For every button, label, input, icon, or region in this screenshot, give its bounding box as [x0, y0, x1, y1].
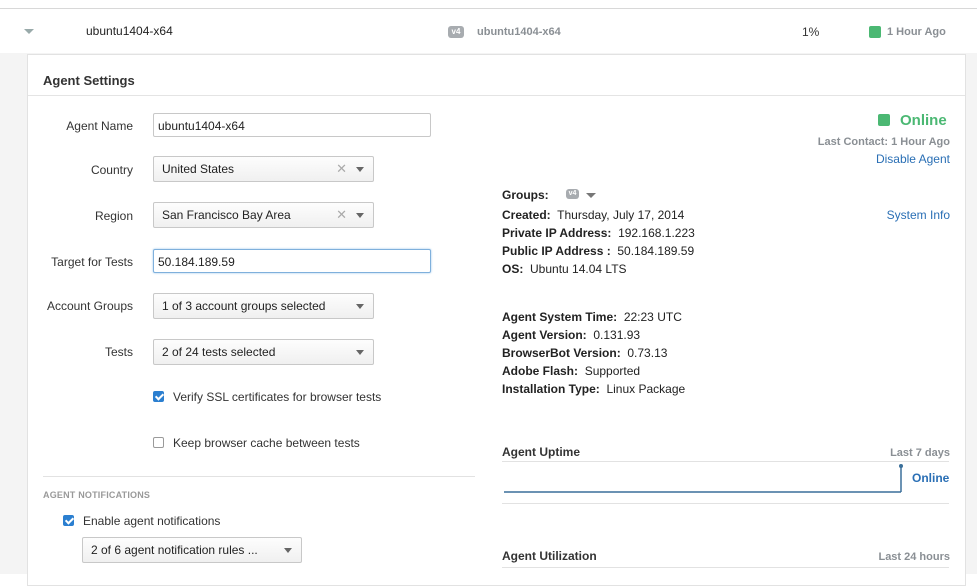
account-groups-label: Account Groups — [46, 299, 133, 313]
agent-row[interactable]: ubuntu1404-x64 v4 ubuntu1404-x64 1% 1 Ho… — [0, 9, 977, 54]
os-label: OS: — [502, 262, 524, 276]
uptime-divider — [502, 461, 949, 462]
groups-dropdown-icon[interactable] — [586, 193, 596, 198]
panel-title: Agent Settings — [43, 73, 135, 88]
flash-label: Adobe Flash: — [502, 364, 579, 378]
os-value: Ubuntu 14.04 LTS — [530, 262, 627, 276]
utilization-divider — [502, 567, 949, 568]
system-time-row: Agent System Time: 22:23 UTC — [502, 310, 682, 324]
account-groups-value: 1 of 3 account groups selected — [162, 299, 326, 313]
agent-row-name: ubuntu1404-x64 — [86, 24, 173, 38]
agent-name-input[interactable]: ubuntu1404-x64 — [153, 113, 431, 137]
groups-label: Groups: — [502, 188, 549, 202]
notifications-section-label: AGENT NOTIFICATIONS — [43, 490, 151, 500]
uptime-state: Online — [912, 471, 950, 485]
notification-rules-value: 2 of 6 agent notification rules ... — [91, 543, 258, 557]
install-type-row: Installation Type: Linux Package — [502, 382, 685, 396]
status-online: Online — [900, 112, 947, 129]
country-select-value: United States — [162, 162, 235, 176]
system-time-label: Agent System Time: — [502, 310, 618, 324]
chevron-down-icon — [356, 167, 364, 172]
expand-caret-icon[interactable] — [24, 29, 34, 34]
country-label: Country — [90, 163, 133, 177]
disable-agent-link[interactable]: Disable Agent — [876, 152, 950, 166]
country-select[interactable]: United States ✕ — [153, 156, 374, 182]
agent-name-label: Agent Name — [66, 119, 133, 133]
account-groups-select[interactable]: 1 of 3 account groups selected — [153, 293, 374, 319]
private-ip-row: Private IP Address: 192.168.1.223 — [502, 226, 695, 240]
chevron-down-icon — [356, 304, 364, 309]
created-row: Created: Thursday, July 17, 2014 — [502, 208, 684, 222]
public-ip-label: Public IP Address : — [502, 244, 611, 258]
public-ip-value: 50.184.189.59 — [617, 244, 695, 258]
enable-notifications-label: Enable agent notifications — [83, 514, 221, 528]
agent-row-hostname: ubuntu1404-x64 — [477, 26, 561, 38]
keep-cache-checkbox[interactable] — [153, 437, 164, 448]
tests-label: Tests — [104, 345, 133, 359]
install-type-value: Linux Package — [606, 382, 686, 396]
browserbot-label: BrowserBot Version: — [502, 346, 621, 360]
groups-row: Groups: — [502, 188, 549, 202]
uptime-range: Last 7 days — [890, 447, 950, 459]
agent-row-last-seen: 1 Hour Ago — [887, 26, 946, 38]
created-value: Thursday, July 17, 2014 — [557, 208, 685, 222]
keep-cache-label: Keep browser cache between tests — [173, 436, 360, 450]
flash-row: Adobe Flash: Supported — [502, 364, 640, 378]
panel-header: Agent Settings — [28, 55, 965, 96]
clear-country-icon[interactable]: ✕ — [336, 157, 347, 181]
region-select[interactable]: San Francisco Bay Area ✕ — [153, 202, 374, 228]
notification-rules-select[interactable]: 2 of 6 agent notification rules ... — [82, 537, 302, 563]
uptime-title: Agent Uptime — [502, 445, 580, 459]
divider — [43, 476, 475, 477]
region-label: Region — [94, 209, 133, 223]
clear-region-icon[interactable]: ✕ — [336, 203, 347, 227]
uptime-chart — [504, 464, 903, 493]
agent-version-value: 0.131.93 — [593, 328, 641, 342]
agent-row-utilization: 1% — [802, 25, 820, 39]
flash-value: Supported — [584, 364, 641, 378]
private-ip-label: Private IP Address: — [502, 226, 612, 240]
created-label: Created: — [502, 208, 551, 222]
target-input[interactable]: 50.184.189.59 — [153, 249, 431, 273]
enable-notifications-checkbox[interactable] — [63, 515, 74, 526]
system-info-link[interactable]: System Info — [887, 208, 950, 222]
region-select-value: San Francisco Bay Area — [162, 208, 291, 222]
group-v4-icon: v4 — [566, 189, 579, 199]
tests-select[interactable]: 2 of 24 tests selected — [153, 339, 374, 365]
utilization-title: Agent Utilization — [502, 549, 597, 563]
system-time-value: 22:23 UTC — [623, 310, 682, 324]
tests-select-value: 2 of 24 tests selected — [162, 345, 276, 359]
browserbot-value: 0.73.13 — [627, 346, 668, 360]
target-label: Target for Tests — [51, 255, 133, 269]
v4-badge-icon: v4 — [448, 26, 464, 38]
online-status-icon — [869, 26, 881, 38]
agent-version-row: Agent Version: 0.131.93 — [502, 328, 640, 342]
uptime-bottom-divider — [502, 503, 949, 504]
verify-ssl-label: Verify SSL certificates for browser test… — [173, 390, 382, 404]
agent-settings-panel: Agent Settings Agent Name ubuntu1404-x64… — [27, 54, 966, 586]
public-ip-row: Public IP Address : 50.184.189.59 — [502, 244, 694, 258]
chevron-down-icon — [356, 213, 364, 218]
utilization-range: Last 24 hours — [878, 551, 950, 563]
private-ip-value: 192.168.1.223 — [618, 226, 695, 240]
os-row: OS: Ubuntu 14.04 LTS — [502, 262, 627, 276]
chevron-down-icon — [284, 548, 292, 553]
online-status-icon — [878, 114, 890, 126]
agent-version-label: Agent Version: — [502, 328, 587, 342]
verify-ssl-checkbox[interactable] — [153, 391, 164, 402]
last-contact: Last Contact: 1 Hour Ago — [817, 136, 950, 148]
browserbot-row: BrowserBot Version: 0.73.13 — [502, 346, 667, 360]
install-type-label: Installation Type: — [502, 382, 600, 396]
chevron-down-icon — [356, 350, 364, 355]
